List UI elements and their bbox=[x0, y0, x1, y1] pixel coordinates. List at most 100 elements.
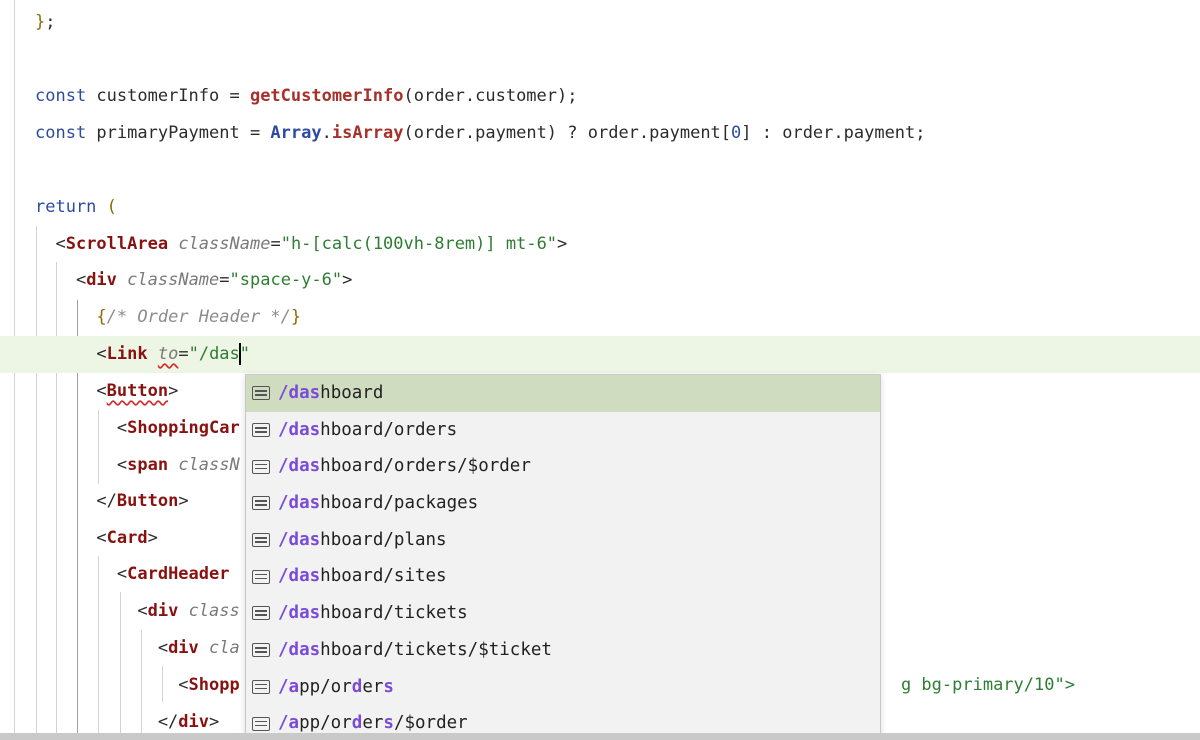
autocomplete-item-label: /dashboard bbox=[278, 375, 383, 412]
document-list-icon bbox=[252, 569, 270, 584]
code-line[interactable]: const customerInfo = getCustomerInfo(ord… bbox=[0, 78, 1200, 115]
code-token: < bbox=[35, 418, 128, 438]
horizontal-scrollbar[interactable] bbox=[0, 733, 1200, 740]
label-text: hboard/tickets/$ticket bbox=[320, 639, 552, 660]
code-token: < bbox=[35, 675, 189, 695]
code-token: = bbox=[270, 234, 281, 254]
match-highlight: d bbox=[351, 676, 363, 697]
code-token: > bbox=[168, 381, 179, 401]
code-token: < bbox=[35, 601, 148, 621]
code-token: "space-y-6" bbox=[229, 270, 343, 290]
code-token: < bbox=[35, 528, 107, 548]
match-highlight: /das bbox=[278, 383, 321, 403]
code-line[interactable]: {/* Order Header */} bbox=[0, 299, 1200, 336]
code-token: . bbox=[321, 123, 332, 143]
code-token: < bbox=[35, 638, 169, 658]
code-token: < bbox=[35, 564, 128, 584]
code-token: to bbox=[157, 344, 179, 364]
code-token: cla bbox=[209, 638, 240, 658]
match-highlight: /das bbox=[278, 529, 321, 550]
autocomplete-item[interactable]: /dashboard/packages bbox=[246, 485, 880, 522]
code-token: { bbox=[96, 307, 107, 327]
autocomplete-item-label: /dashboard/orders bbox=[278, 412, 457, 449]
autocomplete-item[interactable]: /dashboard bbox=[246, 375, 880, 412]
code-token: span bbox=[127, 455, 169, 475]
label-text: hboard/sites bbox=[320, 566, 447, 587]
code-token: isArray bbox=[331, 123, 404, 143]
code-token: > bbox=[178, 491, 189, 511]
code-token: </ bbox=[35, 712, 179, 732]
label-text: hboard/packages bbox=[320, 493, 479, 514]
document-list-icon bbox=[252, 716, 270, 731]
match-highlight: d bbox=[351, 713, 363, 734]
code-token: Link bbox=[106, 344, 148, 364]
code-line[interactable] bbox=[0, 41, 1200, 78]
autocomplete-item-label: /dashboard/tickets bbox=[278, 595, 468, 632]
code-token: "/das bbox=[188, 344, 240, 364]
code-line[interactable]: }; bbox=[0, 4, 1200, 41]
autocomplete-item[interactable]: /dashboard/plans bbox=[246, 522, 880, 559]
code-token: div bbox=[168, 638, 199, 658]
label-text: pp/or bbox=[299, 676, 352, 697]
code-token: getCustomerInfo bbox=[249, 86, 404, 106]
code-token: ShoppingCar bbox=[127, 418, 240, 438]
autocomplete-item[interactable]: /app/orders bbox=[246, 669, 880, 706]
code-token: } bbox=[35, 12, 46, 32]
code-line[interactable]: return ( bbox=[0, 189, 1200, 226]
code-line[interactable] bbox=[0, 152, 1200, 189]
autocomplete-item[interactable]: /dashboard/tickets bbox=[246, 595, 880, 632]
match-highlight: /das bbox=[278, 493, 321, 514]
code-token: ; bbox=[45, 12, 56, 32]
code-line[interactable]: const primaryPayment = Array.isArray(ord… bbox=[0, 115, 1200, 152]
document-list-icon bbox=[252, 459, 270, 474]
code-line[interactable]: <ScrollArea className="h-[calc(100vh-8re… bbox=[0, 226, 1200, 263]
code-token: div bbox=[178, 712, 210, 732]
code-token: Button bbox=[116, 491, 179, 511]
code-line[interactable]: <Link to="/das" bbox=[0, 336, 1200, 373]
document-list-icon bbox=[252, 679, 270, 694]
autocomplete-item-label: /dashboard/tickets/$ticket bbox=[278, 632, 552, 669]
match-highlight: /a bbox=[278, 713, 300, 734]
code-token: const bbox=[35, 123, 87, 143]
code-token: customerInfo = bbox=[86, 86, 250, 106]
code-token: > bbox=[557, 234, 568, 254]
match-highlight: s bbox=[383, 713, 394, 734]
code-token: </ bbox=[35, 491, 117, 511]
code-token: 0 bbox=[731, 123, 742, 143]
autocomplete-popup[interactable]: /dashboard/dashboard/orders/dashboard/or… bbox=[245, 374, 881, 740]
code-token: < bbox=[35, 455, 128, 475]
match-highlight: /das bbox=[278, 566, 321, 587]
match-highlight: s bbox=[383, 676, 394, 697]
code-token: "h-[calc(100vh-8rem)] mt-6" bbox=[280, 234, 558, 254]
autocomplete-item[interactable]: /dashboard/orders bbox=[246, 412, 880, 449]
code-token: < bbox=[35, 270, 87, 290]
match-highlight: /das bbox=[278, 456, 321, 477]
code-token: classN bbox=[178, 455, 240, 475]
code-line[interactable]: <div className="space-y-6"> bbox=[0, 262, 1200, 299]
code-token: CardHeader bbox=[127, 564, 230, 584]
code-token: Shopp bbox=[188, 675, 240, 695]
autocomplete-item[interactable]: /dashboard/sites bbox=[246, 558, 880, 595]
code-token: ] : order.payment; bbox=[741, 123, 926, 143]
code-token: > bbox=[147, 528, 158, 548]
autocomplete-item-label: /dashboard/sites bbox=[278, 558, 447, 595]
code-token: } bbox=[290, 307, 302, 327]
match-highlight: /das bbox=[278, 603, 321, 624]
label-text: /$order bbox=[393, 713, 468, 734]
document-list-icon bbox=[252, 606, 270, 621]
autocomplete-item[interactable]: /dashboard/orders/$order bbox=[246, 448, 880, 485]
code-token: ScrollArea bbox=[65, 234, 169, 254]
code-token: (order.customer); bbox=[403, 86, 578, 106]
label-text: hboard/orders bbox=[320, 419, 458, 440]
document-list-icon bbox=[252, 386, 270, 401]
autocomplete-item-label: /dashboard/packages bbox=[278, 485, 478, 522]
code-token: className bbox=[178, 234, 271, 254]
autocomplete-item[interactable]: /dashboard/tickets/$ticket bbox=[246, 632, 880, 669]
